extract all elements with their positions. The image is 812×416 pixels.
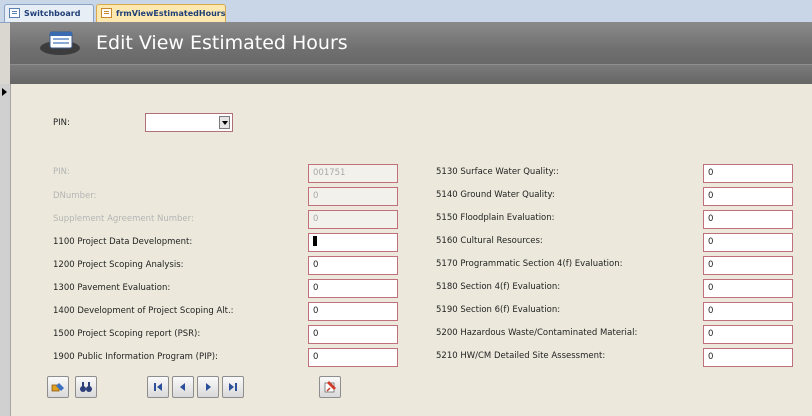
hours-5210-field[interactable]: 0 — [703, 348, 793, 367]
field-label-1900: 1900 Public Information Program (PIP): — [53, 352, 218, 362]
hours-5190-field[interactable]: 0 — [703, 302, 793, 321]
hours-1400-field[interactable]: 0 — [308, 302, 398, 321]
form-header-icon — [40, 31, 80, 55]
tab-frm-view-estimated-hours[interactable]: frmViewEstimatedHours — [96, 4, 226, 22]
tab-label: frmViewEstimatedHours — [116, 9, 226, 18]
previous-record-icon — [180, 383, 185, 391]
hours-5170-field[interactable]: 0 — [703, 256, 793, 275]
pin-combobox[interactable] — [145, 113, 233, 132]
dnumber-field: 0 — [308, 187, 398, 206]
form-detail — [11, 84, 812, 416]
current-record-arrow-icon — [2, 88, 7, 96]
next-record-icon — [206, 383, 211, 391]
text-cursor — [313, 235, 317, 246]
field-label-supplement: Supplement Agreement Number: — [53, 214, 194, 224]
chevron-down-icon[interactable] — [219, 116, 230, 129]
pin-field: 001751 — [308, 164, 398, 183]
previous-record-button[interactable] — [172, 376, 194, 398]
supplement-agreement-field: 0 — [308, 210, 398, 229]
field-label-5190: 5190 Section 6(f) Evaluation: — [436, 305, 561, 315]
hours-5180-field[interactable]: 0 — [703, 279, 793, 298]
field-label-5200: 5200 Hazardous Waste/Contaminated Materi… — [436, 328, 638, 338]
first-record-icon — [154, 383, 162, 391]
find-record-button[interactable] — [75, 376, 97, 398]
edit-record-button[interactable] — [47, 376, 69, 398]
field-label-1100: 1100 Project Data Development: — [53, 237, 193, 247]
field-label-5170: 5170 Programmatic Section 4(f) Evaluatio… — [436, 259, 623, 269]
field-label-dnumber: DNumber: — [53, 191, 97, 201]
hours-5140-field[interactable]: 0 — [703, 187, 793, 206]
form-header: Edit View Estimated Hours — [10, 22, 812, 85]
hours-5150-field[interactable]: 0 — [703, 210, 793, 229]
field-label-5140: 5140 Ground Water Quality: — [436, 190, 555, 200]
field-label-1200: 1200 Project Scoping Analysis: — [53, 260, 184, 270]
field-label-5130: 5130 Surface Water Quality:: — [436, 167, 559, 177]
form-icon — [101, 8, 112, 18]
last-record-button[interactable] — [222, 376, 244, 398]
edit-record-icon — [51, 383, 64, 392]
pin-selector-label: PIN: — [53, 118, 70, 128]
record-selector[interactable] — [0, 84, 11, 416]
tab-label: Switchboard — [24, 9, 81, 18]
field-label-5210: 5210 HW/CM Detailed Site Assessment: — [436, 351, 606, 361]
hours-5130-field[interactable]: 0 — [703, 164, 793, 183]
form-icon — [9, 8, 20, 18]
hours-5200-field[interactable]: 0 — [703, 325, 793, 344]
field-label-5180: 5180 Section 4(f) Evaluation: — [436, 282, 561, 292]
hours-1100-field[interactable] — [308, 233, 398, 252]
hours-1500-field[interactable]: 0 — [308, 325, 398, 344]
header-band — [10, 64, 812, 85]
next-record-button[interactable] — [197, 376, 219, 398]
close-form-icon — [324, 381, 336, 393]
hours-1200-field[interactable]: 0 — [308, 256, 398, 275]
tab-switchboard[interactable]: Switchboard — [4, 4, 94, 22]
field-label-pin: PIN: — [53, 167, 70, 177]
field-label-1400: 1400 Development of Project Scoping Alt.… — [53, 306, 234, 316]
page-title: Edit View Estimated Hours — [96, 32, 348, 54]
last-record-icon — [229, 383, 237, 391]
field-label-1500: 1500 Project Scoping report (PSR): — [53, 329, 201, 339]
field-label-1300: 1300 Pavement Evaluation: — [53, 283, 171, 293]
close-form-button[interactable] — [319, 376, 341, 398]
document-tab-bar: Switchboard frmViewEstimatedHours — [0, 0, 812, 23]
field-label-5150: 5150 Floodplain Evaluation: — [436, 213, 555, 223]
find-binoculars-icon — [80, 382, 92, 392]
hours-5160-field[interactable]: 0 — [703, 233, 793, 252]
hours-1900-field[interactable]: 0 — [308, 348, 398, 367]
first-record-button[interactable] — [147, 376, 169, 398]
hours-1300-field[interactable]: 0 — [308, 279, 398, 298]
field-label-5160: 5160 Cultural Resources: — [436, 236, 543, 246]
